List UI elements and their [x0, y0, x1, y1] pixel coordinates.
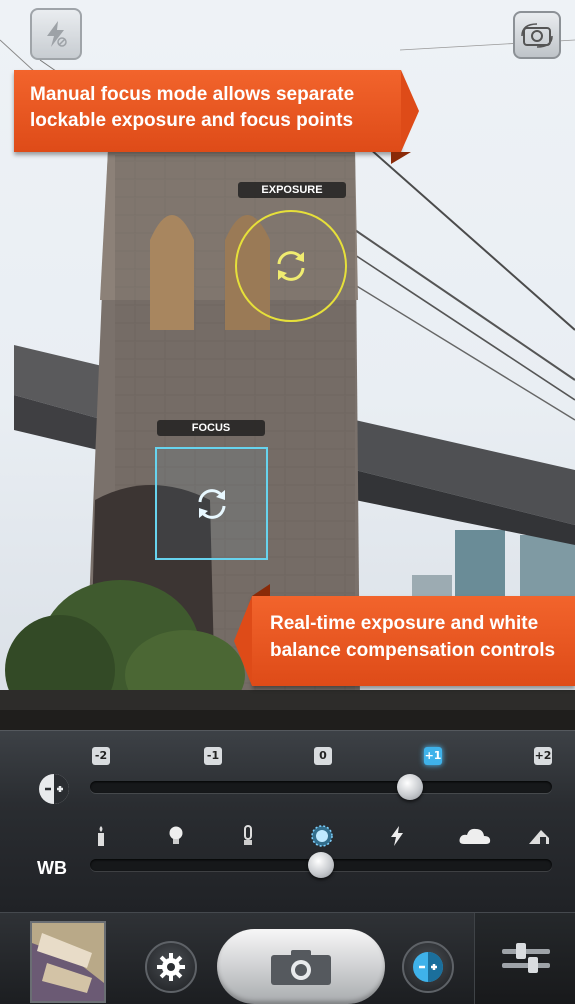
shutter-button[interactable]	[217, 929, 385, 1004]
cloudy-icon[interactable]	[458, 823, 492, 849]
bottom-toolbar	[0, 912, 575, 1004]
candle-icon[interactable]	[88, 823, 114, 849]
refresh-icon	[198, 488, 225, 519]
ev-label-minus-1[interactable]: -1	[204, 747, 222, 765]
camera-viewfinder[interactable]: Manual focus mode allows separate lockab…	[0, 0, 575, 730]
ev-label-0[interactable]: 0	[314, 747, 332, 765]
exposure-label: EXPOSURE	[238, 182, 346, 198]
flash-off-icon	[47, 21, 67, 47]
annotation-line: lockable exposure and focus points	[30, 110, 354, 131]
sliders-button[interactable]	[474, 913, 575, 1004]
ev-label-minus-2[interactable]: -2	[92, 747, 110, 765]
ev-label-plus-2[interactable]: +2	[534, 747, 552, 765]
exposure-mode-icon	[413, 952, 443, 982]
settings-button[interactable]	[145, 941, 197, 993]
fluorescent-icon[interactable]	[235, 823, 261, 849]
exposure-slider[interactable]	[90, 781, 552, 793]
refresh-icon	[277, 251, 305, 281]
gear-icon	[157, 953, 185, 981]
sliders-icon	[501, 942, 550, 973]
annotation-line: Real-time exposure and white	[270, 613, 539, 634]
camera-switch-button[interactable]	[513, 11, 561, 59]
exposure-mode-button[interactable]	[402, 941, 454, 993]
annotation-line: Manual focus mode allows separate	[30, 84, 355, 105]
focus-label: FOCUS	[157, 420, 265, 436]
exposure-compensation-icon	[39, 774, 69, 804]
gallery-thumbnail[interactable]	[30, 921, 106, 1003]
camera-controls-panel: -2 -1 0 +1 +2 WB	[0, 730, 575, 913]
daylight-icon[interactable]	[309, 823, 335, 849]
camera-switch-icon	[521, 23, 553, 48]
white-balance-label: WB	[37, 858, 67, 878]
annotation-ribbon-top: Manual focus mode allows separate lockab…	[14, 70, 419, 152]
bulb-icon[interactable]	[163, 823, 189, 849]
shade-icon[interactable]	[526, 823, 552, 849]
white-balance-slider-knob[interactable]	[308, 852, 334, 878]
exposure-slider-knob[interactable]	[397, 774, 423, 800]
flash-icon[interactable]	[384, 823, 410, 849]
ev-label-plus-1[interactable]: +1	[424, 747, 442, 765]
exposure-point[interactable]	[235, 210, 347, 322]
annotation-ribbon-bottom: Real-time exposure and white balance com…	[234, 596, 575, 686]
annotation-line: balance compensation controls	[270, 640, 556, 661]
focus-point[interactable]	[155, 447, 268, 560]
camera-icon	[271, 949, 331, 985]
photo-thumbnail	[32, 923, 104, 1001]
flash-button[interactable]	[30, 8, 82, 60]
